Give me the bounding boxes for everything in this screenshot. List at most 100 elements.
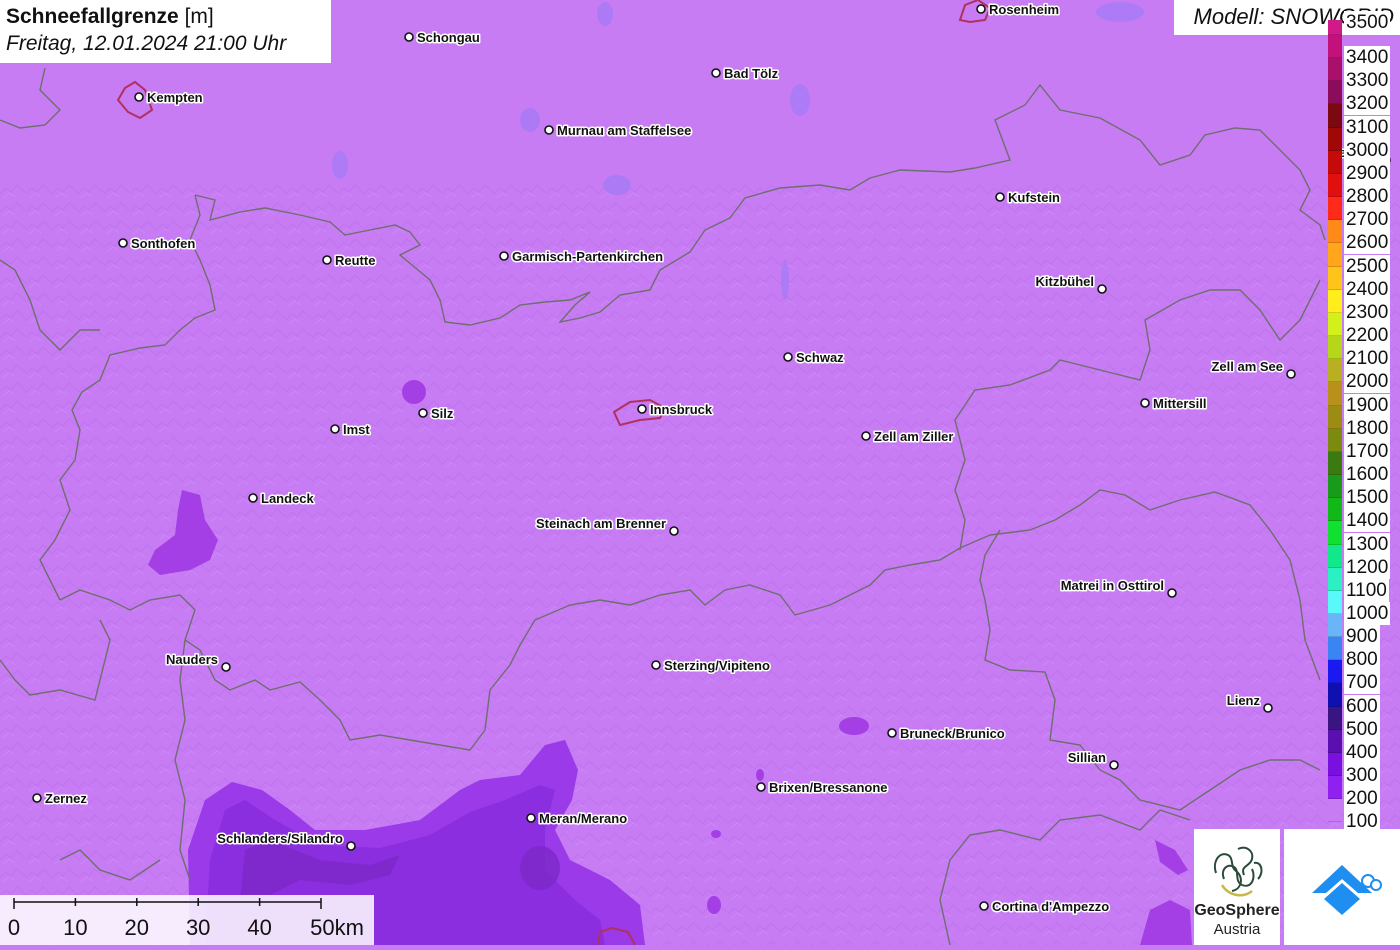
city-dot xyxy=(346,841,356,851)
city-dot xyxy=(756,782,766,792)
city-label: Imst xyxy=(343,422,370,437)
legend-row: 300 xyxy=(1328,752,1400,788)
legend-row: 700 xyxy=(1328,660,1400,695)
city-dot xyxy=(544,125,554,135)
map-title: Schneefallgrenze [m] xyxy=(6,4,325,30)
legend-swatch xyxy=(1328,81,1342,105)
legend-row: 1800 xyxy=(1328,405,1400,440)
snowgrid-logo[interactable] xyxy=(1284,829,1400,945)
city-label: Kitzbühel xyxy=(1036,274,1095,289)
city-label: Nauders xyxy=(166,652,218,667)
legend-swatch xyxy=(1328,544,1342,568)
legend-row: 2900 xyxy=(1328,150,1400,185)
city-marker[interactable]: Rosenheim xyxy=(976,1,1061,19)
city-label: Landeck xyxy=(261,491,315,506)
city-dot xyxy=(322,255,332,265)
city-dot xyxy=(1109,760,1119,770)
city-label: Kufstein xyxy=(1008,190,1060,205)
legend-swatch xyxy=(1328,35,1342,59)
legend-row: 1700 xyxy=(1328,428,1400,463)
legend-row: 2000 xyxy=(1328,359,1400,394)
city-marker[interactable]: Bruneck/Brunico xyxy=(887,725,1006,743)
city-dot xyxy=(887,728,897,738)
city-marker[interactable]: Innsbruck xyxy=(637,401,714,419)
legend-swatch xyxy=(1328,359,1342,383)
legend-swatch xyxy=(1328,173,1342,198)
legend-row: 1200 xyxy=(1328,544,1400,579)
snowgrid-logo-icon xyxy=(1312,865,1382,915)
scale-tick-label: 0 xyxy=(7,915,21,940)
legend-swatch xyxy=(1328,266,1342,290)
legend-row: 1600 xyxy=(1328,451,1400,487)
legend-row: 3000 xyxy=(1328,127,1400,162)
city-dot xyxy=(221,662,231,672)
legend-swatch xyxy=(1328,428,1342,452)
city-label: Schwaz xyxy=(796,350,844,365)
city-label: Murnau am Staffelsee xyxy=(557,123,691,138)
city-marker[interactable]: Garmisch-Partenkirchen xyxy=(499,248,665,266)
legend-swatch xyxy=(1328,475,1342,499)
legend-row: 1500 xyxy=(1328,475,1400,510)
city-dot xyxy=(669,526,679,536)
legend-swatch xyxy=(1328,243,1342,267)
scale-tick-label: 10 xyxy=(63,915,88,940)
city-label: Mittersill xyxy=(1153,396,1206,411)
legend-row: 2100 xyxy=(1328,336,1400,371)
city-label: Schlanders/Silandro xyxy=(217,831,343,846)
city-marker[interactable]: Meran/Merano xyxy=(526,810,629,828)
color-legend: 3500 3400 3300 3200 3100 3000 2900 2800 2700 260… xyxy=(1328,11,1400,834)
legend-swatch xyxy=(1328,637,1342,661)
legend-row: 2300 xyxy=(1328,289,1400,324)
city-dot xyxy=(404,32,414,42)
city-label: Schongau xyxy=(417,30,480,45)
city-label: Kempten xyxy=(147,90,203,105)
legend-swatch xyxy=(1328,197,1342,221)
city-dot xyxy=(995,192,1005,202)
city-marker[interactable]: Cortina d'Ampezzo xyxy=(979,898,1111,916)
city-dot xyxy=(248,493,258,503)
city-label: Garmisch-Partenkirchen xyxy=(512,249,663,264)
city-marker[interactable]: Sonthofen xyxy=(118,235,197,253)
city-label: Zell am Ziller xyxy=(874,429,953,444)
legend-row: 1000 xyxy=(1328,590,1400,625)
city-dot xyxy=(637,404,647,414)
legend-swatch xyxy=(1328,150,1342,174)
legend-swatch xyxy=(1328,20,1342,35)
legend-swatch xyxy=(1328,336,1342,360)
city-label: Bad Tölz xyxy=(724,66,779,81)
legend-label: 3500 xyxy=(1344,11,1391,34)
city-marker[interactable]: Brixen/Bressanone xyxy=(756,779,889,797)
geosphere-logo[interactable]: GeoSphere Austria xyxy=(1194,829,1280,945)
city-marker[interactable]: Murnau am Staffelsee xyxy=(544,122,693,140)
scale-tick-label: 40 xyxy=(247,915,272,940)
legend-row: 800 xyxy=(1328,637,1400,672)
city-label: Bruneck/Brunico xyxy=(900,726,1005,741)
city-label: Zernez xyxy=(45,791,87,806)
legend-row: 3100 xyxy=(1328,104,1400,139)
legend-row: 3300 xyxy=(1328,58,1400,93)
legend-swatch xyxy=(1328,127,1342,151)
legend-row: 1900 xyxy=(1328,382,1400,417)
city-dot xyxy=(976,4,986,14)
scale-tick-label: 50km xyxy=(310,915,364,940)
city-marker[interactable]: Sterzing/Vipiteno xyxy=(651,657,771,675)
city-label: Sonthofen xyxy=(131,236,195,251)
city-dot xyxy=(1286,369,1296,379)
legend-row: 2700 xyxy=(1328,197,1400,232)
city-label: Steinach am Brenner xyxy=(536,516,666,531)
city-label: Matrei in Osttirol xyxy=(1061,578,1164,593)
legend-row: 2600 xyxy=(1328,220,1400,255)
legend-swatch xyxy=(1328,567,1342,591)
geosphere-logo-line2: Austria xyxy=(1213,921,1261,938)
legend-row: 1300 xyxy=(1328,521,1400,556)
geosphere-logo-line1: GeoSphere xyxy=(1194,902,1280,919)
map-title-unit: [m] xyxy=(178,5,214,28)
snowfall-line-map[interactable]: Rosenheim Schongau Bad Tölz Kempten Murnau a… xyxy=(0,0,1400,945)
city-marker[interactable]: Zell am Ziller xyxy=(861,428,955,446)
city-label: Innsbruck xyxy=(650,402,713,417)
map-datetime: Freitag, 12.01.2024 21:00 Uhr xyxy=(6,32,287,55)
legend-swatch xyxy=(1328,104,1342,128)
city-marker[interactable]: Schongau xyxy=(404,29,481,47)
scale-tick-label: 20 xyxy=(124,915,150,940)
legend-swatch xyxy=(1328,220,1342,244)
